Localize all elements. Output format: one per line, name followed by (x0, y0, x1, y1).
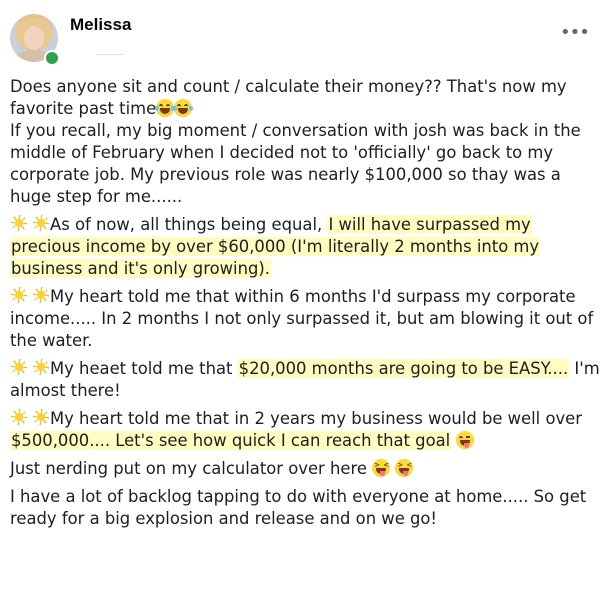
face-with-tears-of-joy-icon (173, 99, 194, 117)
online-status-icon (44, 50, 60, 66)
paragraph-2: As of now, all things being equal, I wil… (10, 214, 602, 280)
winking-face-with-tongue-icon (456, 431, 475, 449)
paragraph-text: favorite past time (10, 99, 157, 118)
sun-icon (10, 215, 30, 233)
paragraph-text: If you recall, my big moment / conversat… (10, 121, 581, 206)
paragraph-text: Does anyone sit and count / calculate th… (10, 77, 567, 96)
sun-icon (10, 409, 30, 427)
paragraph-text: I have a lot of backlog tapping to do wi… (10, 487, 587, 528)
paragraph-6: Just nerding put on my calculator over h… (10, 458, 602, 480)
sun-icon (10, 287, 30, 305)
sun-icon (30, 215, 50, 233)
paragraph-text: Just nerding put on my calculator over h… (10, 459, 367, 478)
avatar-face (24, 26, 44, 50)
paragraph-text: As of now, all things being equal, (50, 215, 328, 234)
paragraph-4: My heaet told me that $20,000 months are… (10, 358, 602, 402)
paragraph-1: Does anyone sit and count / calculate th… (10, 76, 602, 208)
sun-icon (30, 287, 50, 305)
paragraph-text: My heaet told me that (50, 359, 238, 378)
author-name[interactable]: Melissa (70, 15, 131, 35)
sun-icon (30, 409, 50, 427)
sun-icon (30, 359, 50, 377)
paragraph-3: My heart told me that within 6 months I'… (10, 286, 602, 352)
highlighted-text: $20,000 months are going to be EASY.... (237, 359, 570, 378)
author-subline (96, 54, 124, 55)
paragraph-5: My heart told me that in 2 years my busi… (10, 408, 602, 452)
paragraph-7: I have a lot of backlog tapping to do wi… (10, 486, 602, 530)
paragraph-text: My heart told me that in 2 years my busi… (50, 409, 582, 428)
face-with-tears-of-joy-icon (155, 99, 176, 117)
squinting-face-with-tongue-icon: > < (372, 459, 391, 477)
post-header: Melissa ••• (0, 0, 612, 70)
squinting-face-with-tongue-icon: > < (395, 459, 414, 477)
post-body: Does anyone sit and count / calculate th… (10, 76, 602, 536)
paragraph-text: My heart told me that within 6 months I'… (10, 287, 594, 350)
highlighted-text: $500,000.... Let's see how quick I can r… (10, 431, 452, 450)
sun-icon (10, 359, 30, 377)
more-options-button[interactable]: ••• (560, 24, 590, 44)
post-card: Melissa ••• Does anyone sit and count / … (0, 0, 612, 598)
